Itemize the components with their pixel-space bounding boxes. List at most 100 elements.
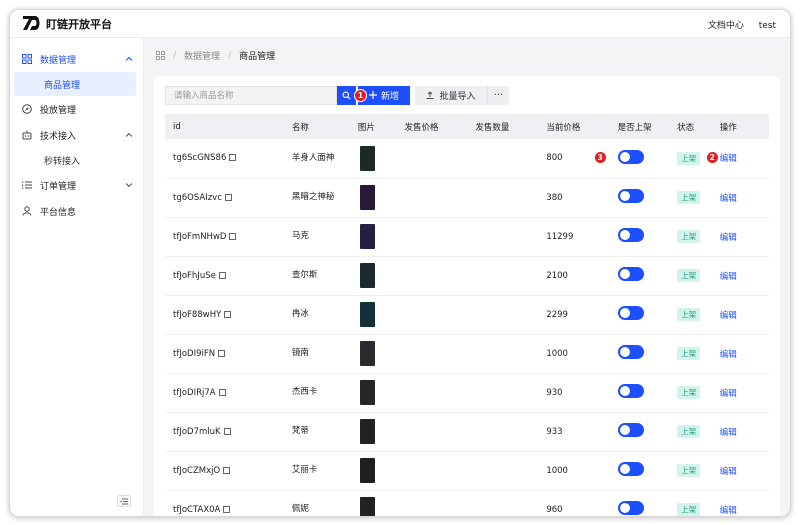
edit-link[interactable]: 编辑 [720,233,737,243]
id-cell: tfJoFhJuSe [165,256,284,296]
copy-icon[interactable] [223,466,231,474]
listed-toggle[interactable] [617,423,644,437]
edit-link[interactable]: 编辑 [720,506,737,516]
product-thumbnail[interactable] [359,145,375,171]
top-nav: 文档中心 test [696,18,776,31]
product-name: 黑暗之神秘 [291,192,335,202]
chevron-down-icon [125,183,133,188]
edit-link[interactable]: 编辑 [720,194,737,204]
listed-toggle[interactable] [617,149,644,164]
release-price-cell [396,373,468,413]
status-cell: 上架 [669,256,712,296]
column-header: 名称 [283,114,350,139]
column-header: 状态 [669,114,712,139]
sidebar-item-order-management[interactable]: 订单管理 [10,172,143,198]
listed-toggle[interactable] [617,345,644,359]
collapse-icon [120,498,128,504]
copy-icon[interactable] [224,193,232,201]
sidebar-item-product-management[interactable]: 商品管理 [14,72,136,96]
home-grid-icon[interactable] [156,51,165,60]
copy-icon[interactable] [223,427,231,435]
release-quantity-cell [467,295,539,335]
listed-toggle[interactable] [617,501,644,515]
product-thumbnail[interactable] [359,341,375,366]
release-quantity-cell [467,334,539,374]
product-thumbnail[interactable] [359,458,375,483]
chevron-up-icon [125,132,133,137]
table-row: tfJoDIRj7A 杰西卡 930 上架 编辑 [165,373,769,413]
sidebar-item-delivery-management[interactable]: 投放管理 [10,96,143,122]
sidebar: 数据管理 商品管理 投放管理 技术接入 秒转接入 订单管理 平台信息 [10,38,144,516]
listed-toggle[interactable] [617,384,644,398]
listed-toggle[interactable] [617,306,644,320]
edit-link[interactable]: 编辑 [720,428,737,438]
listed-toggle[interactable] [617,267,644,281]
listed-toggle[interactable] [617,189,644,203]
image-cell [349,451,397,491]
id-cell: tfJoDIRj7A [165,373,284,413]
copy-icon[interactable] [218,349,226,357]
product-id: tfJoCTAX0A [173,504,221,515]
sidebar-item-platform-info[interactable]: 平台信息 [10,198,143,224]
batch-import-button[interactable]: 批量导入 [415,85,487,105]
product-thumbnail[interactable] [359,380,375,405]
edit-link[interactable]: 编辑 [720,154,737,164]
copy-icon[interactable] [218,388,226,396]
toolbar: 请输入商品名称 新增 1 批量导入 ··· [165,85,509,105]
user-menu[interactable]: test [759,21,776,31]
copy-icon[interactable] [229,154,237,162]
breadcrumb-item[interactable]: 数据管理 [184,49,220,62]
plus-icon [368,91,377,99]
sidebar-item-data-management[interactable]: 数据管理 [10,46,143,72]
sidebar-item-instant-integration[interactable]: 秒转接入 [14,148,143,172]
annotation-badge: 3 [593,151,607,164]
sidebar-item-tech-integration[interactable]: 技术接入 [10,122,143,148]
release-price-cell [396,139,468,179]
product-table: id 名称 图片 发售价格 发售数量 当前价格 是否上架 状态 操作 tg6Sc… [165,114,769,516]
product-thumbnail[interactable] [359,263,375,288]
app-title: 盯链开放平台 [46,18,112,31]
column-header: 发售数量 [467,114,539,139]
listed-toggle[interactable] [617,462,644,476]
name-cell: 杰西卡 [283,373,350,413]
app-window: 盯链开放平台 文档中心 test 数据管理 商品管理 投放管理 技术接入 秒转接… [9,9,791,517]
edit-link[interactable]: 编辑 [720,350,737,360]
edit-link[interactable]: 编辑 [720,467,737,477]
product-id: tfJoDI9iFN [173,348,216,359]
image-cell [349,256,397,296]
status-badge: 上架 [677,308,701,321]
release-quantity-cell [467,451,539,491]
product-name: 杰西卡 [291,387,318,397]
release-quantity-cell [467,490,539,516]
copy-icon[interactable] [229,232,237,240]
product-name: 镜南 [291,348,309,358]
sidebar-collapse-button[interactable] [117,495,131,507]
listed-toggle[interactable] [617,228,644,242]
copy-icon[interactable] [224,310,232,318]
product-thumbnail[interactable] [359,224,375,249]
release-quantity-cell [467,139,539,179]
table-body: tg6ScGNS86 羊身人面神 800 3 上架 编辑 2 tg6OSAIzvc 黑暗之神秘 3… [165,139,769,516]
add-button[interactable]: 新增 1 [354,85,410,105]
breadcrumb-separator: / [228,50,232,61]
batch-import-label: 批量导入 [439,91,476,102]
main-content: / 数据管理 / 商品管理 请输入商品名称 新增 1 批量导入 ··· id 名… [144,38,790,516]
docs-link[interactable]: 文档中心 [708,21,744,31]
status-cell: 上架 [669,334,712,374]
copy-icon[interactable] [218,271,226,279]
edit-link[interactable]: 编辑 [720,389,737,399]
column-header: 当前价格 [538,114,610,139]
image-cell [349,139,397,179]
product-thumbnail[interactable] [359,302,375,327]
release-price-cell [396,451,468,491]
copy-icon[interactable] [223,505,231,513]
edit-link[interactable]: 编辑 [720,311,737,321]
search-input[interactable]: 请输入商品名称 [165,85,337,105]
edit-link[interactable]: 编辑 [720,272,737,282]
product-thumbnail[interactable] [359,497,375,516]
product-thumbnail[interactable] [359,419,375,444]
product-thumbnail[interactable] [359,185,375,210]
more-options-button[interactable]: ··· [487,85,509,105]
breadcrumb: / 数据管理 / 商品管理 [156,49,275,62]
product-id: tg6ScGNS86 [173,153,227,164]
